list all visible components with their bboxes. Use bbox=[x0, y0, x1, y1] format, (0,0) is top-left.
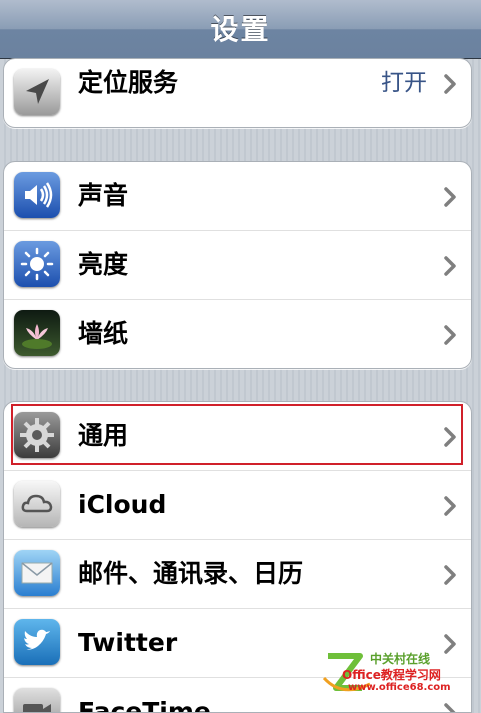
settings-row-label: 声音 bbox=[78, 181, 129, 210]
settings-row-brightness[interactable]: 亮度 bbox=[4, 231, 471, 300]
cloud-icon bbox=[14, 481, 60, 527]
watermark-line3: www.office68.com bbox=[348, 682, 451, 693]
settings-row-label: 通用 bbox=[78, 421, 129, 450]
chevron-right-icon bbox=[444, 256, 456, 276]
speaker-icon bbox=[14, 172, 60, 218]
chevron-right-icon bbox=[444, 427, 456, 447]
settings-row-label: iCloud bbox=[78, 490, 167, 519]
brightness-sun-icon bbox=[14, 241, 60, 287]
twitter-bird-icon bbox=[14, 619, 60, 665]
settings-row-general[interactable]: 通用 bbox=[4, 402, 471, 471]
chevron-right-icon bbox=[444, 187, 456, 207]
wallpaper-lotus-icon bbox=[14, 310, 60, 356]
watermark-line2: Office教程学习网 bbox=[342, 668, 441, 682]
settings-row-value: 打开 bbox=[381, 70, 427, 96]
mail-envelope-icon bbox=[14, 550, 60, 596]
watermark-line1: 中关村在线 bbox=[370, 652, 431, 666]
settings-row-wallpaper[interactable]: 墙纸 bbox=[4, 300, 471, 368]
chevron-right-icon bbox=[444, 496, 456, 516]
navigation-bar: 设置 bbox=[0, 0, 481, 59]
watermark-logo: 中关村在线 Office教程学习网 www.office68.com bbox=[322, 648, 472, 700]
settings-row-icloud[interactable]: iCloud bbox=[4, 471, 471, 540]
settings-row-label: 邮件、通讯录、日历 bbox=[78, 559, 304, 588]
chevron-right-icon bbox=[444, 325, 456, 345]
chevron-right-icon bbox=[444, 565, 456, 585]
location-arrow-icon bbox=[14, 69, 60, 115]
facetime-camera-icon bbox=[14, 688, 60, 712]
settings-group-location: 定位服务 打开 bbox=[3, 58, 472, 128]
chevron-right-icon bbox=[444, 74, 456, 94]
settings-row-location-services[interactable]: 定位服务 打开 bbox=[4, 59, 471, 127]
settings-row-mail-contacts-calendars[interactable]: 邮件、通讯录、日历 bbox=[4, 540, 471, 609]
settings-row-label: FaceTime bbox=[78, 697, 211, 713]
page-title: 设置 bbox=[210, 13, 271, 46]
settings-row-label: 亮度 bbox=[78, 250, 129, 279]
settings-row-sounds[interactable]: 声音 bbox=[4, 162, 471, 231]
gear-icon bbox=[14, 412, 60, 458]
settings-row-label: Twitter bbox=[78, 628, 178, 657]
settings-row-label: 墙纸 bbox=[78, 319, 129, 348]
settings-group-display: 声音 亮度 墙纸 bbox=[3, 161, 472, 369]
settings-row-label: 定位服务 bbox=[78, 68, 179, 97]
